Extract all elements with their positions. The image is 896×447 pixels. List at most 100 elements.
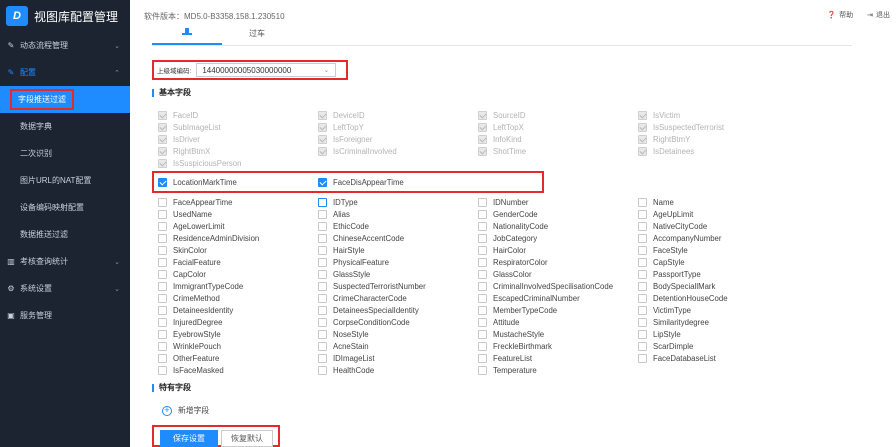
- field-checkbox-item[interactable]: VictimType: [638, 304, 798, 316]
- checkbox-icon[interactable]: [638, 317, 647, 327]
- field-checkbox-item[interactable]: CapStyle: [638, 256, 798, 268]
- tab-vehicle[interactable]: 过车: [222, 21, 292, 45]
- checkbox-icon[interactable]: [318, 269, 327, 279]
- checkbox-checked-icon[interactable]: [158, 177, 167, 187]
- field-checkbox-item[interactable]: WrinklePouch: [158, 340, 318, 352]
- checkbox-icon[interactable]: [478, 245, 487, 255]
- checkbox-icon[interactable]: [638, 233, 647, 243]
- field-checkbox-item[interactable]: PassportType: [638, 268, 798, 280]
- checkbox-icon[interactable]: [638, 329, 647, 339]
- field-checkbox-item[interactable]: GlassColor: [478, 268, 638, 280]
- field-checkbox-item[interactable]: Attitude: [478, 316, 638, 328]
- checkbox-icon[interactable]: [158, 245, 167, 255]
- checkbox-icon[interactable]: [158, 293, 167, 303]
- checkbox-icon[interactable]: [318, 305, 327, 315]
- checkbox-icon[interactable]: [158, 365, 167, 375]
- field-checkbox-item[interactable]: MustacheStyle: [478, 328, 638, 340]
- checkbox-icon[interactable]: [638, 269, 647, 279]
- field-checkbox-item[interactable]: FaceStyle: [638, 244, 798, 256]
- checkbox-icon[interactable]: [318, 281, 327, 291]
- field-checkbox-item[interactable]: SkinColor: [158, 244, 318, 256]
- checkbox-icon[interactable]: [638, 341, 647, 351]
- checkbox-icon[interactable]: [158, 305, 167, 315]
- checkbox-icon[interactable]: [318, 293, 327, 303]
- checkbox-icon[interactable]: [478, 305, 487, 315]
- checkbox-icon[interactable]: [158, 257, 167, 267]
- sidebar-item-image-url-nat[interactable]: 图片URL的NAT配置: [0, 167, 130, 194]
- checkbox-icon[interactable]: [478, 269, 487, 279]
- field-checkbox-item[interactable]: SuspectedTerroristNumber: [318, 280, 478, 292]
- field-checkbox-item[interactable]: HairStyle: [318, 244, 478, 256]
- checkbox-icon[interactable]: [478, 365, 487, 375]
- field-checkbox-item[interactable]: EthicCode: [318, 220, 478, 232]
- field-checkbox-item[interactable]: NoseStyle: [318, 328, 478, 340]
- checkbox-icon[interactable]: [638, 197, 647, 207]
- sidebar-item-field-push-filter[interactable]: 字段推送过滤: [0, 86, 130, 113]
- checkbox-icon[interactable]: [318, 257, 327, 267]
- field-checkbox-item[interactable]: OtherFeature: [158, 352, 318, 364]
- field-checkbox-item[interactable]: CrimeMethod: [158, 292, 318, 304]
- sidebar-item-service-management[interactable]: ▣ 服务管理: [0, 302, 130, 329]
- checkbox-icon[interactable]: [318, 221, 327, 231]
- sidebar-item-secondary-recognition[interactable]: 二次识别: [0, 140, 130, 167]
- checkbox-icon[interactable]: [158, 281, 167, 291]
- checkbox-icon[interactable]: [478, 221, 487, 231]
- save-button[interactable]: 保存设置: [160, 430, 218, 447]
- sidebar-item-assessment-stats[interactable]: ▥ 考核查询统计 ⌄: [0, 248, 130, 275]
- field-checkbox-item[interactable]: LocationMarkTime: [158, 176, 318, 188]
- field-checkbox-item[interactable]: FaceDisAppearTime: [318, 176, 478, 188]
- field-checkbox-item[interactable]: FreckleBirthmark: [478, 340, 638, 352]
- field-checkbox-item[interactable]: CorpseConditionCode: [318, 316, 478, 328]
- checkbox-icon[interactable]: [638, 293, 647, 303]
- field-checkbox-item[interactable]: DetentionHouseCode: [638, 292, 798, 304]
- checkbox-icon[interactable]: [478, 317, 487, 327]
- checkbox-icon[interactable]: [318, 209, 327, 219]
- help-link[interactable]: ❓ 帮助: [827, 10, 853, 20]
- field-checkbox-item[interactable]: FaceAppearTime: [158, 196, 318, 208]
- field-checkbox-item[interactable]: IDType: [318, 196, 478, 208]
- checkbox-icon[interactable]: [158, 341, 167, 351]
- checkbox-icon[interactable]: [478, 293, 487, 303]
- checkbox-icon[interactable]: [318, 329, 327, 339]
- field-checkbox-item[interactable]: Name: [638, 196, 798, 208]
- field-checkbox-item[interactable]: Alias: [318, 208, 478, 220]
- checkbox-icon[interactable]: [318, 197, 327, 207]
- checkbox-icon[interactable]: [478, 197, 487, 207]
- field-checkbox-item[interactable]: GenderCode: [478, 208, 638, 220]
- field-checkbox-item[interactable]: NativeCityCode: [638, 220, 798, 232]
- checkbox-icon[interactable]: [318, 317, 327, 327]
- sidebar-item-device-code-mapping[interactable]: 设备编码映射配置: [0, 194, 130, 221]
- checkbox-icon[interactable]: [638, 257, 647, 267]
- checkbox-icon[interactable]: [478, 329, 487, 339]
- checkbox-checked-icon[interactable]: [318, 177, 327, 187]
- checkbox-icon[interactable]: [318, 365, 327, 375]
- checkbox-icon[interactable]: [638, 281, 647, 291]
- field-checkbox-item[interactable]: LipStyle: [638, 328, 798, 340]
- field-checkbox-item[interactable]: EscapedCriminalNumber: [478, 292, 638, 304]
- field-checkbox-item[interactable]: UsedName: [158, 208, 318, 220]
- field-checkbox-item[interactable]: ImmigrantTypeCode: [158, 280, 318, 292]
- field-checkbox-item[interactable]: CriminalInvolvedSpecilisationCode: [478, 280, 638, 292]
- field-checkbox-item[interactable]: HairColor: [478, 244, 638, 256]
- field-checkbox-item[interactable]: BodySpeciallMark: [638, 280, 798, 292]
- checkbox-icon[interactable]: [158, 233, 167, 243]
- field-checkbox-item[interactable]: IDNumber: [478, 196, 638, 208]
- sidebar-item-config[interactable]: ✎ 配置 ⌃: [0, 59, 130, 86]
- checkbox-icon[interactable]: [638, 245, 647, 255]
- checkbox-icon[interactable]: [478, 341, 487, 351]
- reset-button[interactable]: 恢复默认: [221, 430, 273, 447]
- upper-domain-code-select[interactable]: 14400000005030000000 ⌄: [196, 63, 337, 77]
- sidebar-item-dynamic-flow[interactable]: ✎ 动态流程管理 ⌄: [0, 32, 130, 59]
- field-checkbox-item[interactable]: JobCategory: [478, 232, 638, 244]
- checkbox-icon[interactable]: [478, 233, 487, 243]
- logout-link[interactable]: ⇥ 退出: [867, 10, 890, 20]
- field-checkbox-item[interactable]: CapColor: [158, 268, 318, 280]
- checkbox-icon[interactable]: [478, 353, 487, 363]
- field-checkbox-item[interactable]: PhysicalFeature: [318, 256, 478, 268]
- checkbox-icon[interactable]: [638, 209, 647, 219]
- checkbox-icon[interactable]: [638, 305, 647, 315]
- checkbox-icon[interactable]: [318, 245, 327, 255]
- field-checkbox-item[interactable]: AcneStain: [318, 340, 478, 352]
- checkbox-icon[interactable]: [158, 353, 167, 363]
- field-checkbox-item[interactable]: ResidenceAdminDivision: [158, 232, 318, 244]
